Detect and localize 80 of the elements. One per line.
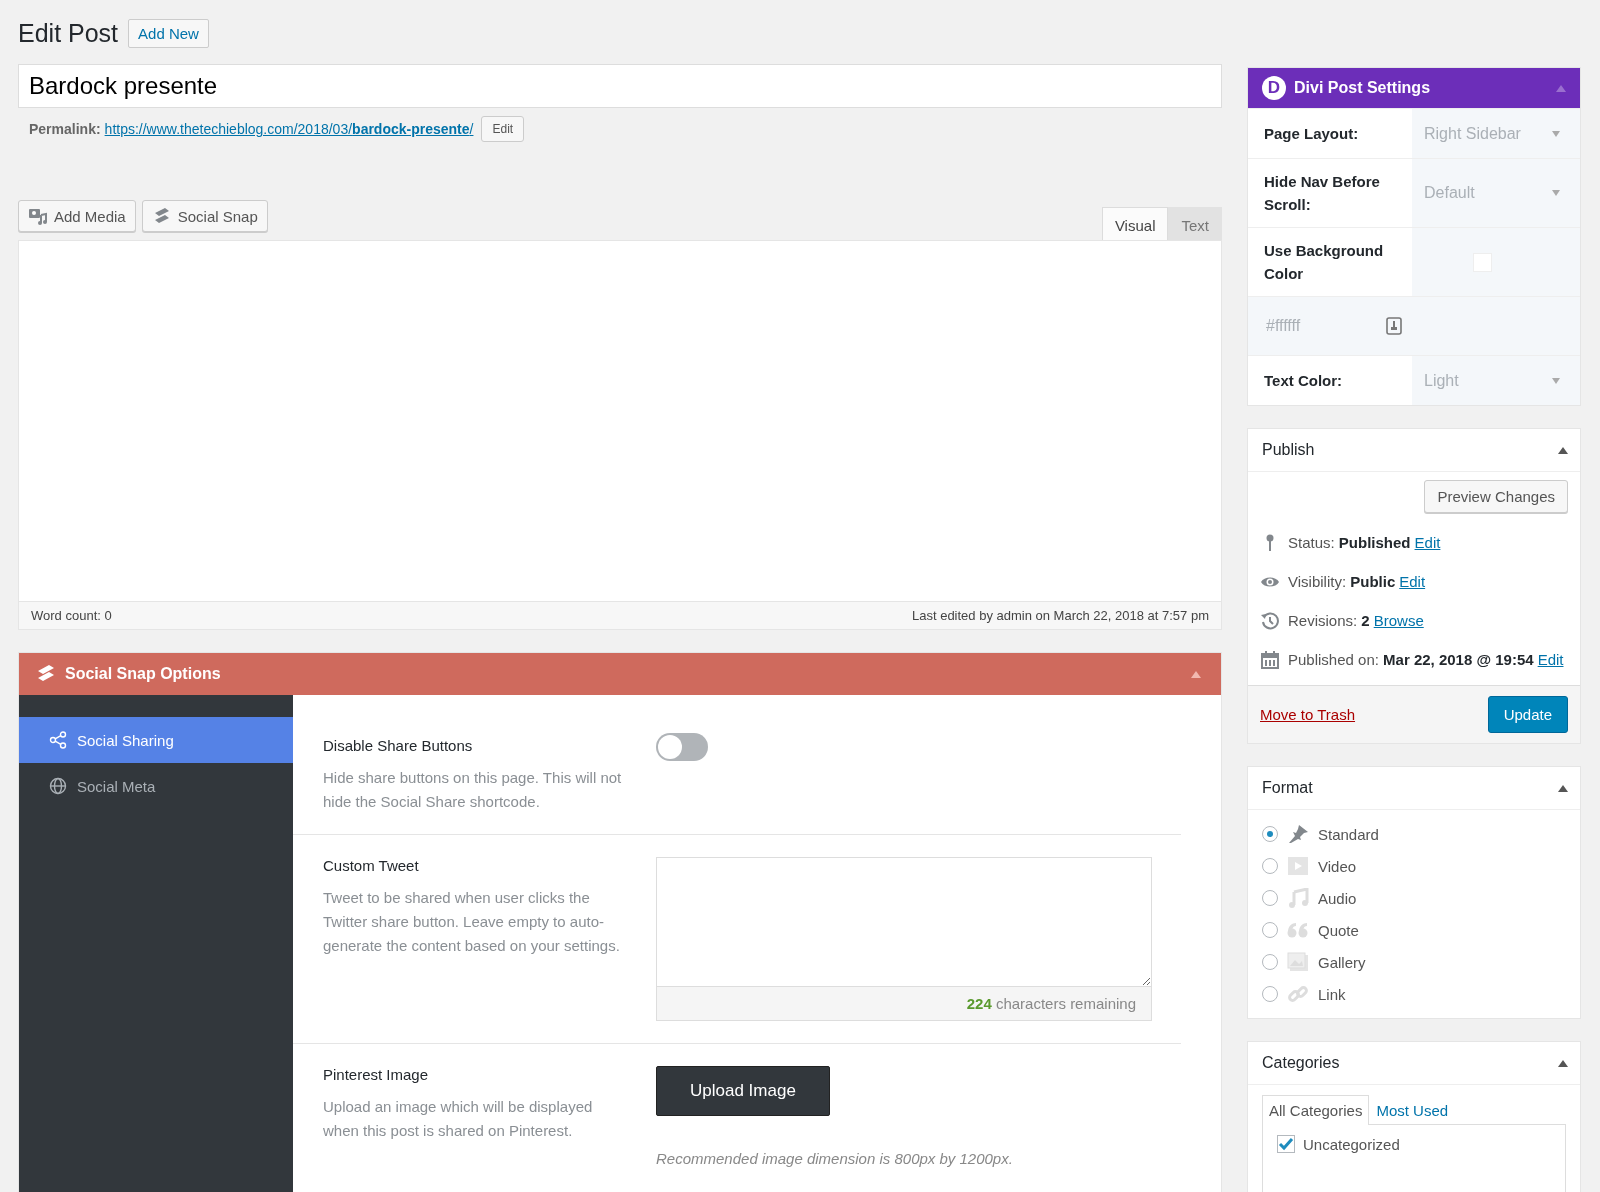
- add-new-button[interactable]: Add New: [128, 18, 209, 48]
- format-option-label: Link: [1318, 985, 1346, 1003]
- page-title: Edit Post: [18, 18, 119, 48]
- pushpin-icon: [1287, 824, 1309, 844]
- format-option-label: Audio: [1318, 889, 1357, 907]
- history-icon: [1260, 610, 1280, 631]
- caret-icon[interactable]: [1558, 446, 1568, 454]
- preview-changes-button[interactable]: Preview Changes: [1424, 480, 1568, 513]
- caret-icon[interactable]: [1558, 1059, 1568, 1067]
- field-description: Upload an image which will be displayed when this post is shared on Pinterest.: [323, 1097, 594, 1141]
- format-option-label: Video: [1318, 857, 1357, 875]
- format-radio[interactable]: [1262, 890, 1278, 906]
- format-radio[interactable]: [1262, 922, 1278, 938]
- upload-image-button[interactable]: Upload Image: [656, 1066, 830, 1116]
- field-label: Pinterest Image: [323, 1066, 430, 1083]
- snap-logo-icon: [36, 664, 56, 684]
- update-button[interactable]: Update: [1487, 696, 1568, 733]
- format-radio[interactable]: [1262, 954, 1278, 970]
- color-picker-icon[interactable]: [1386, 317, 1403, 335]
- format-option-label: Gallery: [1318, 953, 1366, 971]
- setting-label: Page Layout:: [1263, 124, 1360, 144]
- music-note-icon: [1287, 888, 1309, 908]
- field-label: Custom Tweet: [323, 857, 420, 874]
- publish-title: Publish: [1262, 441, 1315, 459]
- last-edited-text: Last edited by admin on March 22, 2018 at 7:57 pm: [911, 608, 1209, 623]
- categories-title: Categories: [1262, 1054, 1340, 1072]
- publish-info: Revisions: 2: [1288, 612, 1370, 629]
- word-count: Word count: 0: [31, 608, 112, 623]
- media-icon: [28, 207, 48, 225]
- publish-info: Visibility: Public: [1288, 573, 1396, 590]
- image-dimension-note: Recommended image dimension is 800px by 1200px.: [656, 1150, 1014, 1167]
- field-label: Disable Share Buttons: [323, 737, 474, 754]
- category-tab[interactable]: All Categories: [1262, 1095, 1370, 1125]
- setting-label: Use Background Color: [1263, 241, 1385, 284]
- divi-settings-title: Divi Post Settings: [1294, 79, 1432, 97]
- format-radio[interactable]: [1262, 858, 1278, 874]
- publish-info: Published on: Mar 22, 2018 @ 19:54: [1288, 651, 1534, 668]
- publish-info-link[interactable]: Browse: [1373, 612, 1424, 629]
- media-button[interactable]: Social Snap: [141, 200, 268, 232]
- quote-icon: [1287, 920, 1309, 940]
- social-snap-title: Social Snap Options: [65, 665, 222, 683]
- publish-info-link[interactable]: Edit: [1537, 651, 1564, 668]
- caret-icon[interactable]: [1558, 784, 1568, 792]
- permalink-edit-button[interactable]: Edit: [481, 116, 525, 142]
- setting-label: Text Color:: [1263, 371, 1344, 391]
- editor-tab[interactable]: Text: [1168, 207, 1222, 240]
- video-icon: [1287, 856, 1309, 876]
- link-icon: [1287, 984, 1309, 1004]
- publish-info-link[interactable]: Edit: [1399, 573, 1426, 590]
- publish-info-link[interactable]: Edit: [1414, 534, 1441, 551]
- format-title: Format: [1262, 779, 1313, 797]
- field-description: Tweet to be shared when user clicks the Twitter share button. Leave empty to auto-generate the content based on your settings.: [323, 888, 621, 956]
- dropdown-arrow-icon: [1552, 130, 1560, 137]
- format-option-label: Quote: [1318, 921, 1359, 939]
- category-tab[interactable]: Most Used: [1369, 1095, 1456, 1125]
- divi-logo: D: [1262, 76, 1286, 100]
- gallery-icon: [1287, 952, 1309, 972]
- publish-info: Status: Published: [1288, 534, 1411, 551]
- permalink-link[interactable]: https://www.thetechieblog.com/2018/03/bardock-presente/: [104, 121, 474, 137]
- dropdown-arrow-icon: [1552, 377, 1560, 384]
- editor-tab[interactable]: Visual: [1101, 207, 1169, 240]
- dropdown-arrow-icon: [1552, 190, 1560, 196]
- category-checkbox[interactable]: [1277, 1135, 1295, 1153]
- globe-icon: [49, 777, 67, 795]
- snap-nav-item[interactable]: Social Sharing: [19, 717, 293, 763]
- permalink-label: Permalink:: [29, 121, 101, 137]
- setting-label: Hide Nav Before Scroll:: [1263, 172, 1381, 215]
- post-title-field[interactable]: Bardock presente: [18, 64, 1222, 108]
- move-to-trash-link[interactable]: Move to Trash: [1260, 706, 1356, 723]
- toggle-switch[interactable]: [656, 733, 708, 761]
- media-button[interactable]: Add Media: [18, 200, 136, 232]
- character-counter: 224 characters remaining: [656, 987, 1152, 1021]
- field-description: Hide share buttons on this page. This will not hide the Social Share shortcode.: [323, 768, 623, 812]
- share-icon: [49, 731, 67, 749]
- format-option-label: Standard: [1318, 825, 1379, 843]
- snap-nav-item[interactable]: Social Meta: [19, 763, 293, 809]
- format-radio[interactable]: [1262, 986, 1278, 1002]
- format-radio[interactable]: [1262, 826, 1278, 842]
- calendar-icon: [1260, 649, 1280, 670]
- category-label: Uncategorized: [1303, 1135, 1400, 1153]
